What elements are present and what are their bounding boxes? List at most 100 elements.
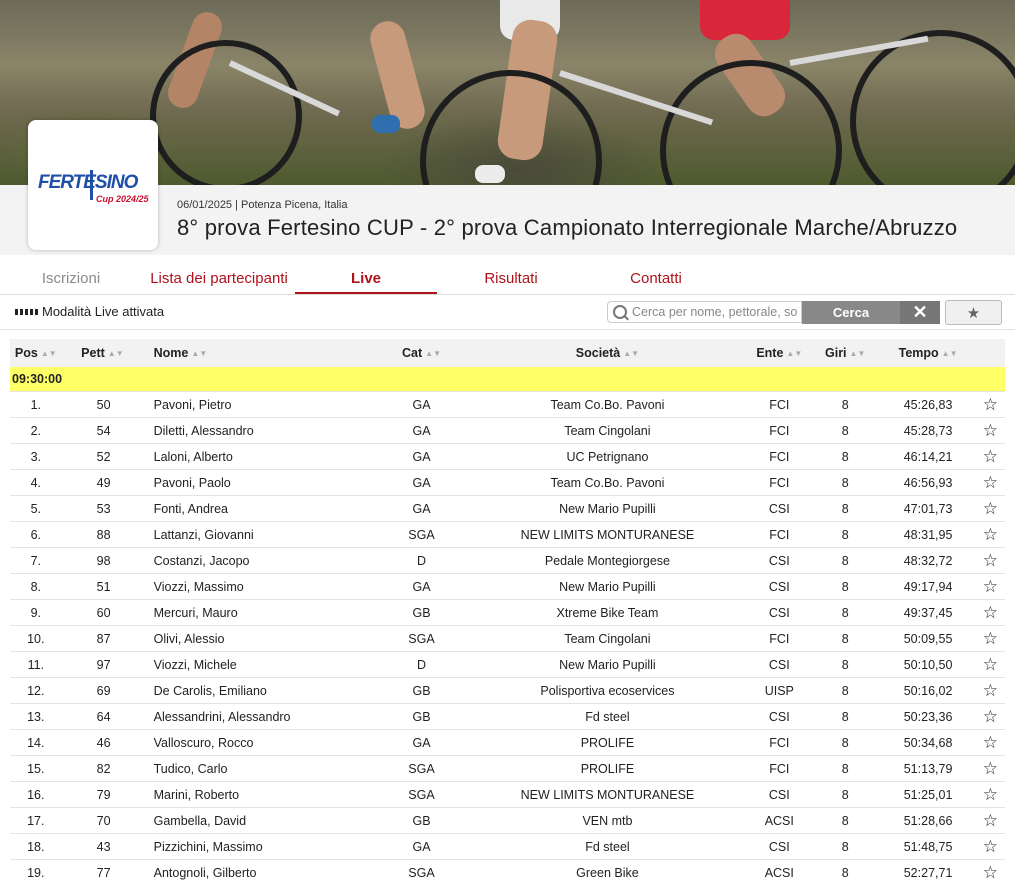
favorite-star-icon[interactable]: ☆ bbox=[976, 626, 1005, 652]
result-category: GA bbox=[377, 392, 466, 418]
bib-number: 87 bbox=[84, 632, 124, 646]
result-laps: 8 bbox=[810, 574, 881, 600]
favorite-star-icon[interactable]: ☆ bbox=[976, 730, 1005, 756]
table-row[interactable]: 2.54Diletti, AlessandroGATeam CingolaniF… bbox=[10, 418, 1005, 444]
result-pos: 1. bbox=[10, 392, 62, 418]
clear-search-button[interactable]: ✕ bbox=[900, 301, 940, 324]
table-row[interactable]: 6.88Lattanzi, GiovanniSGANEW LIMITS MONT… bbox=[10, 522, 1005, 548]
table-row[interactable]: 13.64Alessandrini, AlessandroGBFd steelC… bbox=[10, 704, 1005, 730]
favorite-star-icon[interactable]: ☆ bbox=[976, 600, 1005, 626]
table-row[interactable]: 10.87Olivi, AlessioSGATeam CingolaniFCI8… bbox=[10, 626, 1005, 652]
result-time: 50:23,36 bbox=[880, 704, 975, 730]
close-icon: ✕ bbox=[912, 302, 927, 323]
result-name: Fonti, Andrea bbox=[124, 496, 377, 522]
favorite-star-icon[interactable]: ☆ bbox=[976, 574, 1005, 600]
column-header-pos[interactable]: Pos▲▼ bbox=[10, 339, 62, 367]
table-row[interactable]: 7.98Costanzi, JacopoDPedale Montegiorges… bbox=[10, 548, 1005, 574]
result-bib: 43 bbox=[62, 834, 124, 860]
favorite-star-icon[interactable]: ☆ bbox=[976, 496, 1005, 522]
result-laps: 8 bbox=[810, 626, 881, 652]
favorite-star-icon[interactable]: ☆ bbox=[976, 522, 1005, 548]
event-date: 06/01/2025 bbox=[177, 199, 232, 211]
result-pos: 18. bbox=[10, 834, 62, 860]
result-category: GB bbox=[377, 808, 466, 834]
result-federation: CSI bbox=[749, 652, 810, 678]
table-row[interactable]: 1.50Pavoni, PietroGATeam Co.Bo. PavoniFC… bbox=[10, 392, 1005, 418]
result-laps: 8 bbox=[810, 392, 881, 418]
table-row[interactable]: 5.53Fonti, AndreaGANew Mario PupilliCSI8… bbox=[10, 496, 1005, 522]
column-header-nome[interactable]: Nome▲▼ bbox=[124, 339, 377, 367]
search-box[interactable] bbox=[607, 301, 802, 323]
result-federation: FCI bbox=[749, 626, 810, 652]
start-wave-row: 09:30:00 bbox=[10, 367, 1005, 392]
search-input[interactable] bbox=[632, 304, 798, 320]
favorite-star-icon[interactable]: ☆ bbox=[976, 418, 1005, 444]
result-bib: 98 bbox=[62, 548, 124, 574]
favorite-star-icon[interactable]: ☆ bbox=[976, 678, 1005, 704]
tab-contatti[interactable]: Contatti bbox=[605, 270, 707, 287]
favorite-star-icon[interactable]: ☆ bbox=[976, 860, 1005, 885]
tab-risultati[interactable]: Risultati bbox=[460, 270, 562, 287]
result-team: PROLIFE bbox=[466, 756, 748, 782]
result-laps: 8 bbox=[810, 860, 881, 885]
result-laps: 8 bbox=[810, 756, 881, 782]
favorite-star-icon[interactable]: ☆ bbox=[976, 782, 1005, 808]
column-header-ente[interactable]: Ente▲▼ bbox=[749, 339, 810, 367]
table-row[interactable]: 8.51Viozzi, MassimoGANew Mario PupilliCS… bbox=[10, 574, 1005, 600]
table-row[interactable]: 15.82Tudico, CarloSGAPROLIFEFCI851:13,79… bbox=[10, 756, 1005, 782]
favorite-star-icon[interactable]: ☆ bbox=[976, 808, 1005, 834]
result-time: 51:25,01 bbox=[880, 782, 975, 808]
result-team: NEW LIMITS MONTURANESE bbox=[466, 782, 748, 808]
result-bib: 69 bbox=[62, 678, 124, 704]
table-row[interactable]: 19.77Antognoli, GilbertoSGAGreen BikeACS… bbox=[10, 860, 1005, 885]
bib-number: 77 bbox=[84, 866, 124, 880]
tab-lista-partecipanti[interactable]: Lista dei partecipanti bbox=[140, 270, 298, 287]
favorite-star-icon[interactable]: ☆ bbox=[976, 756, 1005, 782]
result-pos: 6. bbox=[10, 522, 62, 548]
table-row[interactable]: 11.97Viozzi, MicheleDNew Mario PupilliCS… bbox=[10, 652, 1005, 678]
column-header-giri[interactable]: Giri▲▼ bbox=[810, 339, 881, 367]
logo-subtitle: Cup 2024/25 bbox=[96, 194, 149, 204]
favorite-star-icon[interactable]: ☆ bbox=[976, 392, 1005, 418]
search-button[interactable]: Cerca bbox=[802, 301, 900, 324]
favorite-star-icon[interactable]: ☆ bbox=[976, 652, 1005, 678]
favorite-star-icon[interactable]: ☆ bbox=[976, 470, 1005, 496]
result-team: NEW LIMITS MONTURANESE bbox=[466, 522, 748, 548]
column-header-cat[interactable]: Cat▲▼ bbox=[377, 339, 466, 367]
favorites-filter-button[interactable]: ★ bbox=[945, 300, 1002, 325]
result-pos: 4. bbox=[10, 470, 62, 496]
result-bib: 53 bbox=[62, 496, 124, 522]
tab-live[interactable]: Live bbox=[295, 270, 437, 287]
table-row[interactable]: 17.70Gambella, DavidGBVEN mtbACSI851:28,… bbox=[10, 808, 1005, 834]
column-header-tempo[interactable]: Tempo▲▼ bbox=[880, 339, 975, 367]
column-header-pett[interactable]: Pett▲▼ bbox=[62, 339, 124, 367]
column-header-societa[interactable]: Società▲▼ bbox=[466, 339, 748, 367]
result-federation: FCI bbox=[749, 392, 810, 418]
result-time: 48:31,95 bbox=[880, 522, 975, 548]
page-right-margin bbox=[1015, 0, 1027, 871]
table-row[interactable]: 12.69De Carolis, EmilianoGBPolisportiva … bbox=[10, 678, 1005, 704]
table-row[interactable]: 9.60Mercuri, MauroGBXtreme Bike TeamCSI8… bbox=[10, 600, 1005, 626]
result-federation: CSI bbox=[749, 496, 810, 522]
star-icon: ★ bbox=[967, 304, 980, 322]
favorite-star-icon[interactable]: ☆ bbox=[976, 704, 1005, 730]
table-row[interactable]: 14.46Valloscuro, RoccoGAPROLIFEFCI850:34… bbox=[10, 730, 1005, 756]
result-category: SGA bbox=[377, 626, 466, 652]
result-category: D bbox=[377, 548, 466, 574]
result-laps: 8 bbox=[810, 704, 881, 730]
table-row[interactable]: 16.79Marini, RobertoSGANEW LIMITS MONTUR… bbox=[10, 782, 1005, 808]
table-row[interactable]: 3.52Laloni, AlbertoGAUC PetrignanoFCI846… bbox=[10, 444, 1005, 470]
result-name: Laloni, Alberto bbox=[124, 444, 377, 470]
table-row[interactable]: 18.43Pizzichini, MassimoGAFd steelCSI851… bbox=[10, 834, 1005, 860]
result-pos: 8. bbox=[10, 574, 62, 600]
favorite-star-icon[interactable]: ☆ bbox=[976, 548, 1005, 574]
table-row[interactable]: 4.49Pavoni, PaoloGATeam Co.Bo. PavoniFCI… bbox=[10, 470, 1005, 496]
result-team: Fd steel bbox=[466, 834, 748, 860]
favorite-star-icon[interactable]: ☆ bbox=[976, 444, 1005, 470]
result-time: 50:09,55 bbox=[880, 626, 975, 652]
tab-iscrizioni[interactable]: Iscrizioni bbox=[20, 270, 122, 287]
favorite-star-icon[interactable]: ☆ bbox=[976, 834, 1005, 860]
result-pos: 19. bbox=[10, 860, 62, 885]
bib-number: 43 bbox=[84, 840, 124, 854]
result-team: Team Co.Bo. Pavoni bbox=[466, 470, 748, 496]
